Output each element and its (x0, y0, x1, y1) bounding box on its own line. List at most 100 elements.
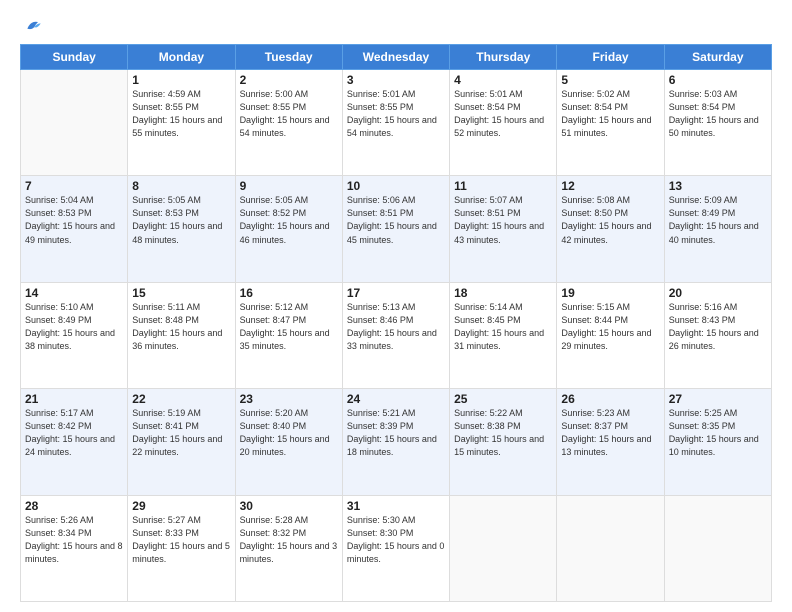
calendar-cell: 22Sunrise: 5:19 AM Sunset: 8:41 PM Dayli… (128, 389, 235, 495)
calendar-cell: 6Sunrise: 5:03 AM Sunset: 8:54 PM Daylig… (664, 70, 771, 176)
calendar-cell: 13Sunrise: 5:09 AM Sunset: 8:49 PM Dayli… (664, 176, 771, 282)
calendar-cell (450, 495, 557, 601)
calendar-cell (664, 495, 771, 601)
day-info: Sunrise: 5:17 AM Sunset: 8:42 PM Dayligh… (25, 407, 123, 459)
day-info: Sunrise: 5:03 AM Sunset: 8:54 PM Dayligh… (669, 88, 767, 140)
day-number: 31 (347, 499, 445, 513)
calendar-cell: 11Sunrise: 5:07 AM Sunset: 8:51 PM Dayli… (450, 176, 557, 282)
day-info: Sunrise: 5:13 AM Sunset: 8:46 PM Dayligh… (347, 301, 445, 353)
calendar-week-row: 1Sunrise: 4:59 AM Sunset: 8:55 PM Daylig… (21, 70, 772, 176)
calendar-cell: 9Sunrise: 5:05 AM Sunset: 8:52 PM Daylig… (235, 176, 342, 282)
day-info: Sunrise: 5:06 AM Sunset: 8:51 PM Dayligh… (347, 194, 445, 246)
day-info: Sunrise: 5:05 AM Sunset: 8:53 PM Dayligh… (132, 194, 230, 246)
calendar-cell: 30Sunrise: 5:28 AM Sunset: 8:32 PM Dayli… (235, 495, 342, 601)
day-info: Sunrise: 5:01 AM Sunset: 8:54 PM Dayligh… (454, 88, 552, 140)
calendar-cell: 4Sunrise: 5:01 AM Sunset: 8:54 PM Daylig… (450, 70, 557, 176)
day-number: 4 (454, 73, 552, 87)
day-info: Sunrise: 5:30 AM Sunset: 8:30 PM Dayligh… (347, 514, 445, 566)
calendar-cell: 19Sunrise: 5:15 AM Sunset: 8:44 PM Dayli… (557, 282, 664, 388)
calendar-cell: 17Sunrise: 5:13 AM Sunset: 8:46 PM Dayli… (342, 282, 449, 388)
day-number: 27 (669, 392, 767, 406)
day-number: 22 (132, 392, 230, 406)
day-number: 14 (25, 286, 123, 300)
calendar-cell: 21Sunrise: 5:17 AM Sunset: 8:42 PM Dayli… (21, 389, 128, 495)
logo-bird-icon (22, 16, 42, 36)
day-info: Sunrise: 5:22 AM Sunset: 8:38 PM Dayligh… (454, 407, 552, 459)
day-number: 3 (347, 73, 445, 87)
day-number: 18 (454, 286, 552, 300)
calendar-cell: 5Sunrise: 5:02 AM Sunset: 8:54 PM Daylig… (557, 70, 664, 176)
day-info: Sunrise: 5:02 AM Sunset: 8:54 PM Dayligh… (561, 88, 659, 140)
day-number: 30 (240, 499, 338, 513)
day-number: 24 (347, 392, 445, 406)
day-number: 20 (669, 286, 767, 300)
calendar-cell: 10Sunrise: 5:06 AM Sunset: 8:51 PM Dayli… (342, 176, 449, 282)
calendar-cell: 2Sunrise: 5:00 AM Sunset: 8:55 PM Daylig… (235, 70, 342, 176)
day-info: Sunrise: 5:23 AM Sunset: 8:37 PM Dayligh… (561, 407, 659, 459)
calendar-cell: 15Sunrise: 5:11 AM Sunset: 8:48 PM Dayli… (128, 282, 235, 388)
day-number: 29 (132, 499, 230, 513)
weekday-header-monday: Monday (128, 45, 235, 70)
weekday-header-tuesday: Tuesday (235, 45, 342, 70)
day-info: Sunrise: 5:20 AM Sunset: 8:40 PM Dayligh… (240, 407, 338, 459)
day-info: Sunrise: 5:05 AM Sunset: 8:52 PM Dayligh… (240, 194, 338, 246)
day-info: Sunrise: 5:16 AM Sunset: 8:43 PM Dayligh… (669, 301, 767, 353)
day-number: 5 (561, 73, 659, 87)
weekday-header-friday: Friday (557, 45, 664, 70)
day-info: Sunrise: 5:26 AM Sunset: 8:34 PM Dayligh… (25, 514, 123, 566)
day-number: 26 (561, 392, 659, 406)
day-number: 15 (132, 286, 230, 300)
calendar-cell: 7Sunrise: 5:04 AM Sunset: 8:53 PM Daylig… (21, 176, 128, 282)
logo (20, 16, 42, 36)
calendar-cell: 14Sunrise: 5:10 AM Sunset: 8:49 PM Dayli… (21, 282, 128, 388)
calendar-cell: 24Sunrise: 5:21 AM Sunset: 8:39 PM Dayli… (342, 389, 449, 495)
calendar-week-row: 14Sunrise: 5:10 AM Sunset: 8:49 PM Dayli… (21, 282, 772, 388)
day-number: 13 (669, 179, 767, 193)
day-info: Sunrise: 5:01 AM Sunset: 8:55 PM Dayligh… (347, 88, 445, 140)
day-info: Sunrise: 5:00 AM Sunset: 8:55 PM Dayligh… (240, 88, 338, 140)
calendar-cell: 3Sunrise: 5:01 AM Sunset: 8:55 PM Daylig… (342, 70, 449, 176)
day-info: Sunrise: 5:08 AM Sunset: 8:50 PM Dayligh… (561, 194, 659, 246)
calendar-week-row: 21Sunrise: 5:17 AM Sunset: 8:42 PM Dayli… (21, 389, 772, 495)
day-info: Sunrise: 4:59 AM Sunset: 8:55 PM Dayligh… (132, 88, 230, 140)
calendar-cell: 28Sunrise: 5:26 AM Sunset: 8:34 PM Dayli… (21, 495, 128, 601)
weekday-header-thursday: Thursday (450, 45, 557, 70)
day-number: 21 (25, 392, 123, 406)
weekday-header-sunday: Sunday (21, 45, 128, 70)
calendar-cell: 16Sunrise: 5:12 AM Sunset: 8:47 PM Dayli… (235, 282, 342, 388)
calendar-cell: 25Sunrise: 5:22 AM Sunset: 8:38 PM Dayli… (450, 389, 557, 495)
day-number: 6 (669, 73, 767, 87)
day-info: Sunrise: 5:11 AM Sunset: 8:48 PM Dayligh… (132, 301, 230, 353)
day-info: Sunrise: 5:21 AM Sunset: 8:39 PM Dayligh… (347, 407, 445, 459)
calendar-cell: 1Sunrise: 4:59 AM Sunset: 8:55 PM Daylig… (128, 70, 235, 176)
day-number: 16 (240, 286, 338, 300)
day-number: 8 (132, 179, 230, 193)
day-number: 19 (561, 286, 659, 300)
day-info: Sunrise: 5:10 AM Sunset: 8:49 PM Dayligh… (25, 301, 123, 353)
header (20, 16, 772, 36)
day-info: Sunrise: 5:25 AM Sunset: 8:35 PM Dayligh… (669, 407, 767, 459)
day-info: Sunrise: 5:15 AM Sunset: 8:44 PM Dayligh… (561, 301, 659, 353)
weekday-header-saturday: Saturday (664, 45, 771, 70)
calendar-cell: 23Sunrise: 5:20 AM Sunset: 8:40 PM Dayli… (235, 389, 342, 495)
day-info: Sunrise: 5:04 AM Sunset: 8:53 PM Dayligh… (25, 194, 123, 246)
day-info: Sunrise: 5:19 AM Sunset: 8:41 PM Dayligh… (132, 407, 230, 459)
calendar-header: SundayMondayTuesdayWednesdayThursdayFrid… (21, 45, 772, 70)
day-number: 12 (561, 179, 659, 193)
day-info: Sunrise: 5:27 AM Sunset: 8:33 PM Dayligh… (132, 514, 230, 566)
day-info: Sunrise: 5:28 AM Sunset: 8:32 PM Dayligh… (240, 514, 338, 566)
weekday-header-wednesday: Wednesday (342, 45, 449, 70)
day-number: 7 (25, 179, 123, 193)
calendar-cell: 26Sunrise: 5:23 AM Sunset: 8:37 PM Dayli… (557, 389, 664, 495)
calendar-cell: 31Sunrise: 5:30 AM Sunset: 8:30 PM Dayli… (342, 495, 449, 601)
day-info: Sunrise: 5:14 AM Sunset: 8:45 PM Dayligh… (454, 301, 552, 353)
logo-text (20, 16, 42, 36)
day-number: 25 (454, 392, 552, 406)
day-number: 10 (347, 179, 445, 193)
calendar-body: 1Sunrise: 4:59 AM Sunset: 8:55 PM Daylig… (21, 70, 772, 602)
calendar-cell (21, 70, 128, 176)
calendar-cell: 18Sunrise: 5:14 AM Sunset: 8:45 PM Dayli… (450, 282, 557, 388)
day-number: 1 (132, 73, 230, 87)
day-number: 28 (25, 499, 123, 513)
day-info: Sunrise: 5:12 AM Sunset: 8:47 PM Dayligh… (240, 301, 338, 353)
